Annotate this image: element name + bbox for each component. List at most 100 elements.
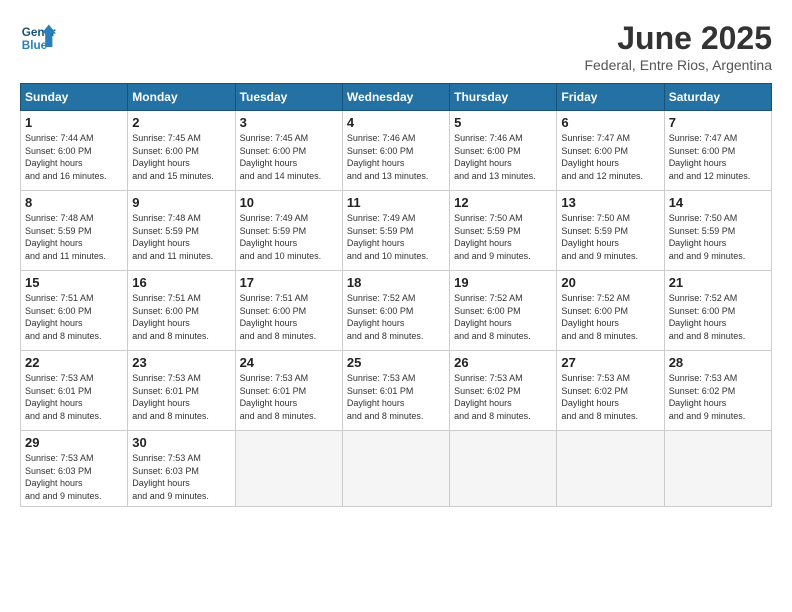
calendar-day-cell [557, 431, 664, 507]
day-info: Sunrise: 7:52 AM Sunset: 6:00 PM Dayligh… [561, 292, 659, 342]
calendar-day-cell: 18 Sunrise: 7:52 AM Sunset: 6:00 PM Dayl… [342, 271, 449, 351]
calendar-day-cell [235, 431, 342, 507]
day-number: 6 [561, 115, 659, 130]
day-number: 13 [561, 195, 659, 210]
day-number: 5 [454, 115, 552, 130]
day-info: Sunrise: 7:46 AM Sunset: 6:00 PM Dayligh… [454, 132, 552, 182]
day-number: 19 [454, 275, 552, 290]
calendar-day-cell: 9 Sunrise: 7:48 AM Sunset: 5:59 PM Dayli… [128, 191, 235, 271]
day-info: Sunrise: 7:48 AM Sunset: 5:59 PM Dayligh… [132, 212, 230, 262]
calendar-day-cell: 25 Sunrise: 7:53 AM Sunset: 6:01 PM Dayl… [342, 351, 449, 431]
day-number: 21 [669, 275, 767, 290]
calendar-week-row: 22 Sunrise: 7:53 AM Sunset: 6:01 PM Dayl… [21, 351, 772, 431]
day-number: 26 [454, 355, 552, 370]
calendar-day-cell [450, 431, 557, 507]
calendar-day-cell: 20 Sunrise: 7:52 AM Sunset: 6:00 PM Dayl… [557, 271, 664, 351]
day-number: 12 [454, 195, 552, 210]
day-number: 27 [561, 355, 659, 370]
day-number: 22 [25, 355, 123, 370]
weekday-header-tuesday: Tuesday [235, 84, 342, 111]
day-number: 1 [25, 115, 123, 130]
day-number: 9 [132, 195, 230, 210]
day-info: Sunrise: 7:51 AM Sunset: 6:00 PM Dayligh… [240, 292, 338, 342]
day-number: 28 [669, 355, 767, 370]
calendar-day-cell: 1 Sunrise: 7:44 AM Sunset: 6:00 PM Dayli… [21, 111, 128, 191]
day-info: Sunrise: 7:51 AM Sunset: 6:00 PM Dayligh… [132, 292, 230, 342]
day-info: Sunrise: 7:49 AM Sunset: 5:59 PM Dayligh… [240, 212, 338, 262]
calendar-day-cell: 8 Sunrise: 7:48 AM Sunset: 5:59 PM Dayli… [21, 191, 128, 271]
day-number: 15 [25, 275, 123, 290]
day-number: 14 [669, 195, 767, 210]
calendar-header-row: SundayMondayTuesdayWednesdayThursdayFrid… [21, 84, 772, 111]
day-info: Sunrise: 7:50 AM Sunset: 5:59 PM Dayligh… [561, 212, 659, 262]
day-number: 4 [347, 115, 445, 130]
calendar-day-cell: 14 Sunrise: 7:50 AM Sunset: 5:59 PM Dayl… [664, 191, 771, 271]
logo-icon: General Blue [20, 20, 56, 56]
day-number: 20 [561, 275, 659, 290]
day-info: Sunrise: 7:53 AM Sunset: 6:03 PM Dayligh… [132, 452, 230, 502]
title-area: June 2025 Federal, Entre Rios, Argentina [584, 20, 772, 73]
calendar-day-cell: 27 Sunrise: 7:53 AM Sunset: 6:02 PM Dayl… [557, 351, 664, 431]
page-header: General Blue June 2025 Federal, Entre Ri… [20, 20, 772, 73]
day-info: Sunrise: 7:53 AM Sunset: 6:01 PM Dayligh… [132, 372, 230, 422]
calendar-day-cell: 19 Sunrise: 7:52 AM Sunset: 6:00 PM Dayl… [450, 271, 557, 351]
day-info: Sunrise: 7:47 AM Sunset: 6:00 PM Dayligh… [669, 132, 767, 182]
svg-text:Blue: Blue [22, 39, 48, 52]
day-number: 23 [132, 355, 230, 370]
calendar-week-row: 1 Sunrise: 7:44 AM Sunset: 6:00 PM Dayli… [21, 111, 772, 191]
day-number: 11 [347, 195, 445, 210]
day-number: 7 [669, 115, 767, 130]
day-info: Sunrise: 7:52 AM Sunset: 6:00 PM Dayligh… [454, 292, 552, 342]
calendar-day-cell: 23 Sunrise: 7:53 AM Sunset: 6:01 PM Dayl… [128, 351, 235, 431]
calendar-day-cell: 22 Sunrise: 7:53 AM Sunset: 6:01 PM Dayl… [21, 351, 128, 431]
calendar-day-cell: 11 Sunrise: 7:49 AM Sunset: 5:59 PM Dayl… [342, 191, 449, 271]
calendar-day-cell: 17 Sunrise: 7:51 AM Sunset: 6:00 PM Dayl… [235, 271, 342, 351]
day-number: 2 [132, 115, 230, 130]
day-number: 8 [25, 195, 123, 210]
day-info: Sunrise: 7:53 AM Sunset: 6:01 PM Dayligh… [347, 372, 445, 422]
day-number: 3 [240, 115, 338, 130]
calendar-week-row: 29 Sunrise: 7:53 AM Sunset: 6:03 PM Dayl… [21, 431, 772, 507]
calendar-day-cell: 12 Sunrise: 7:50 AM Sunset: 5:59 PM Dayl… [450, 191, 557, 271]
logo: General Blue [20, 20, 56, 56]
day-info: Sunrise: 7:50 AM Sunset: 5:59 PM Dayligh… [454, 212, 552, 262]
day-number: 18 [347, 275, 445, 290]
day-info: Sunrise: 7:53 AM Sunset: 6:01 PM Dayligh… [25, 372, 123, 422]
weekday-header-monday: Monday [128, 84, 235, 111]
calendar-day-cell: 16 Sunrise: 7:51 AM Sunset: 6:00 PM Dayl… [128, 271, 235, 351]
calendar-day-cell: 5 Sunrise: 7:46 AM Sunset: 6:00 PM Dayli… [450, 111, 557, 191]
calendar-week-row: 8 Sunrise: 7:48 AM Sunset: 5:59 PM Dayli… [21, 191, 772, 271]
day-number: 29 [25, 435, 123, 450]
day-info: Sunrise: 7:53 AM Sunset: 6:02 PM Dayligh… [454, 372, 552, 422]
day-number: 16 [132, 275, 230, 290]
calendar-day-cell: 3 Sunrise: 7:45 AM Sunset: 6:00 PM Dayli… [235, 111, 342, 191]
day-number: 30 [132, 435, 230, 450]
day-number: 17 [240, 275, 338, 290]
calendar-day-cell: 7 Sunrise: 7:47 AM Sunset: 6:00 PM Dayli… [664, 111, 771, 191]
calendar-day-cell: 30 Sunrise: 7:53 AM Sunset: 6:03 PM Dayl… [128, 431, 235, 507]
day-info: Sunrise: 7:49 AM Sunset: 5:59 PM Dayligh… [347, 212, 445, 262]
location-title: Federal, Entre Rios, Argentina [584, 57, 772, 73]
day-info: Sunrise: 7:48 AM Sunset: 5:59 PM Dayligh… [25, 212, 123, 262]
day-info: Sunrise: 7:44 AM Sunset: 6:00 PM Dayligh… [25, 132, 123, 182]
weekday-header-saturday: Saturday [664, 84, 771, 111]
day-number: 10 [240, 195, 338, 210]
calendar-day-cell: 26 Sunrise: 7:53 AM Sunset: 6:02 PM Dayl… [450, 351, 557, 431]
day-info: Sunrise: 7:45 AM Sunset: 6:00 PM Dayligh… [240, 132, 338, 182]
day-info: Sunrise: 7:52 AM Sunset: 6:00 PM Dayligh… [669, 292, 767, 342]
calendar-day-cell: 10 Sunrise: 7:49 AM Sunset: 5:59 PM Dayl… [235, 191, 342, 271]
weekday-header-sunday: Sunday [21, 84, 128, 111]
calendar-day-cell: 13 Sunrise: 7:50 AM Sunset: 5:59 PM Dayl… [557, 191, 664, 271]
calendar-week-row: 15 Sunrise: 7:51 AM Sunset: 6:00 PM Dayl… [21, 271, 772, 351]
calendar-table: SundayMondayTuesdayWednesdayThursdayFrid… [20, 83, 772, 507]
calendar-day-cell [342, 431, 449, 507]
calendar-day-cell: 2 Sunrise: 7:45 AM Sunset: 6:00 PM Dayli… [128, 111, 235, 191]
calendar-day-cell: 21 Sunrise: 7:52 AM Sunset: 6:00 PM Dayl… [664, 271, 771, 351]
day-info: Sunrise: 7:50 AM Sunset: 5:59 PM Dayligh… [669, 212, 767, 262]
weekday-header-thursday: Thursday [450, 84, 557, 111]
calendar-day-cell [664, 431, 771, 507]
day-info: Sunrise: 7:45 AM Sunset: 6:00 PM Dayligh… [132, 132, 230, 182]
calendar-day-cell: 6 Sunrise: 7:47 AM Sunset: 6:00 PM Dayli… [557, 111, 664, 191]
day-info: Sunrise: 7:52 AM Sunset: 6:00 PM Dayligh… [347, 292, 445, 342]
day-info: Sunrise: 7:46 AM Sunset: 6:00 PM Dayligh… [347, 132, 445, 182]
